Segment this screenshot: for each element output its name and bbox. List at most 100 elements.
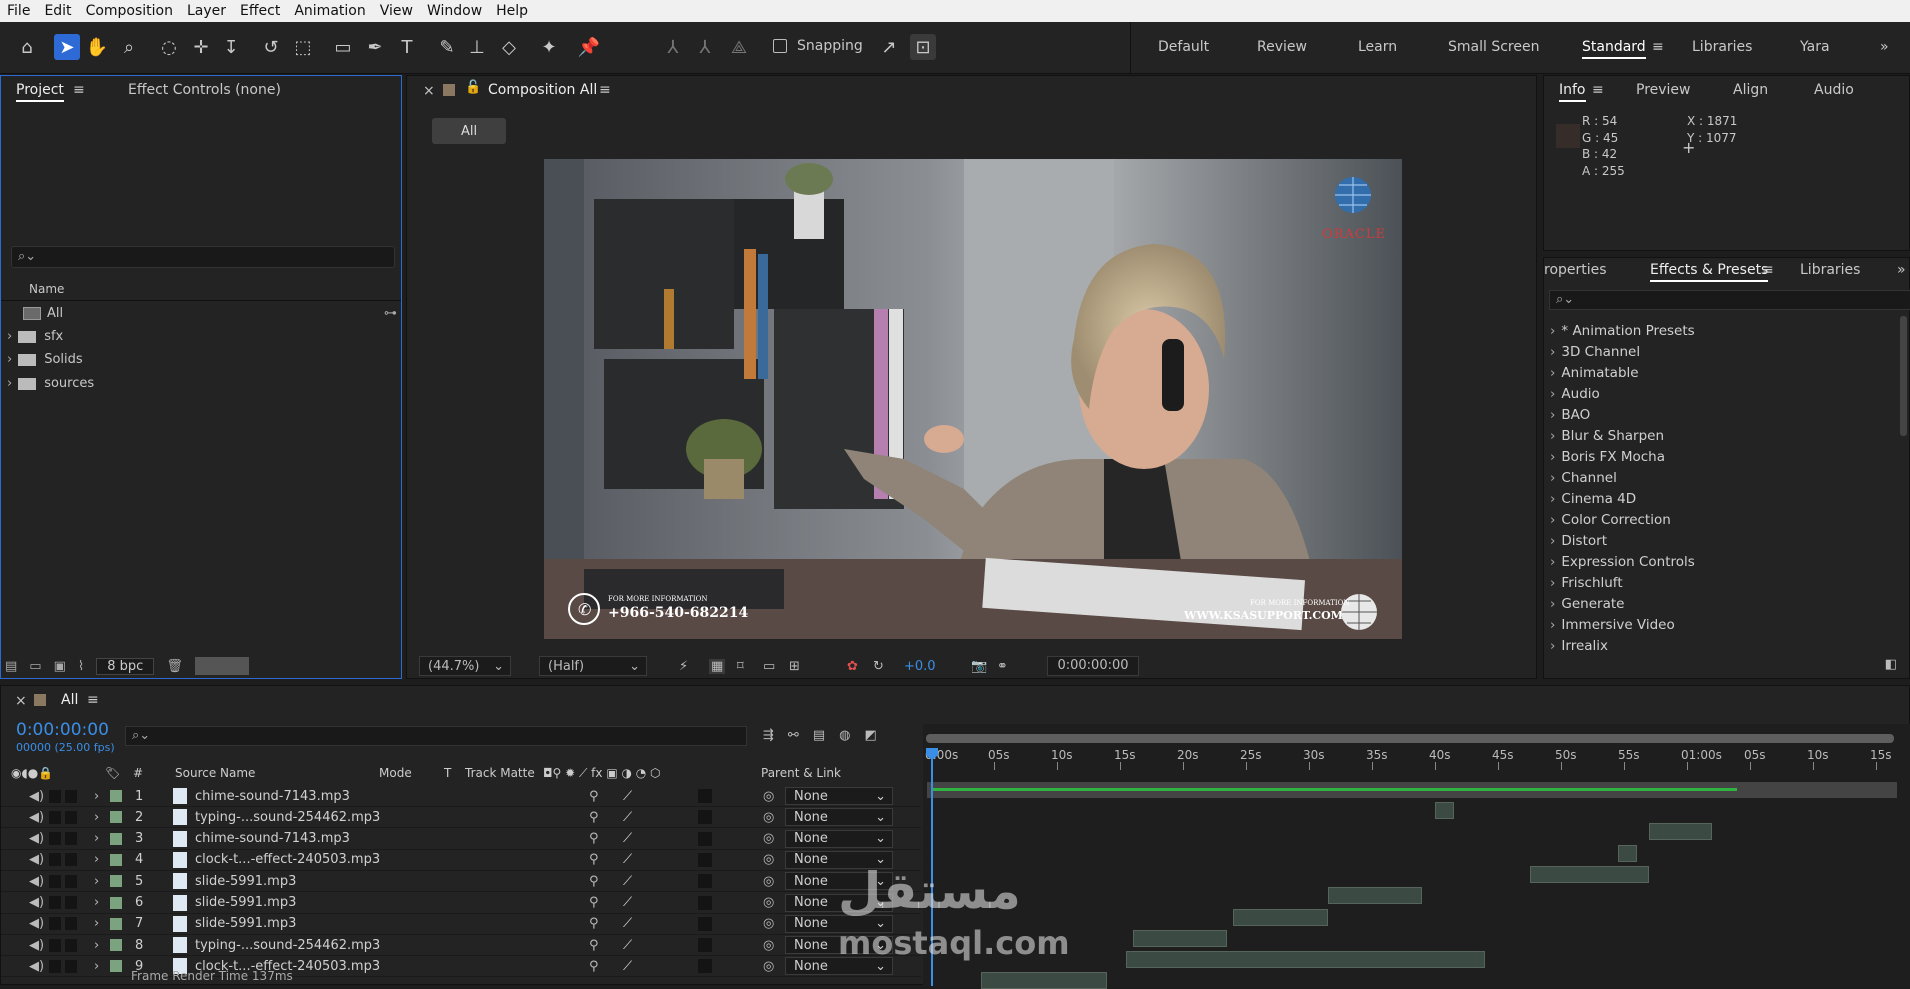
quality-switch-icon[interactable]: ⟋ xyxy=(623,852,632,867)
quality-switch-icon[interactable]: ⟋ xyxy=(623,938,632,953)
column-name[interactable]: Name xyxy=(29,282,64,296)
parent-select[interactable]: None ⌄ xyxy=(785,787,893,805)
solo-switch[interactable] xyxy=(49,959,61,973)
quality-switch-icon[interactable]: ⟋ xyxy=(623,810,632,825)
effects-search-input[interactable]: ⌕⌄ xyxy=(1549,290,1910,310)
panel-menu-icon[interactable]: ≡ xyxy=(1592,82,1604,98)
menu-file[interactable]: File xyxy=(0,3,37,19)
column-t[interactable]: T xyxy=(444,766,451,780)
grid-guides-icon[interactable]: ⊞ xyxy=(789,659,800,674)
adjustment-switch[interactable] xyxy=(698,810,712,825)
project-item-all[interactable]: All ⊶ xyxy=(1,303,401,324)
solo-switch[interactable] xyxy=(49,938,61,952)
layer-duration-bar[interactable] xyxy=(1649,823,1713,841)
tab-effects-presets[interactable]: Effects & Presets xyxy=(1650,262,1769,282)
snapshot-icon[interactable]: 📷 xyxy=(971,659,987,674)
panel-menu-icon[interactable]: ≡ xyxy=(1762,262,1774,278)
audio-speaker-icon[interactable]: ◀) xyxy=(29,959,44,974)
pickwhip-icon[interactable]: ◎ xyxy=(763,895,774,910)
quality-switch-icon[interactable]: ⟋ xyxy=(623,916,632,931)
column-parent-link[interactable]: Parent & Link xyxy=(761,766,841,780)
lock-icon[interactable]: 🔓 xyxy=(465,80,481,95)
shy-switch-icon[interactable]: ⚲ xyxy=(589,831,599,846)
layer-duration-bar[interactable] xyxy=(1435,802,1454,819)
solo-switch[interactable] xyxy=(49,789,61,803)
shy-switch-icon[interactable]: ⚲ xyxy=(589,959,599,974)
pickwhip-icon[interactable]: ◎ xyxy=(763,852,774,867)
column-mode[interactable]: Mode xyxy=(379,766,412,780)
new-composition-icon[interactable]: ▣ xyxy=(54,659,66,674)
label-color-box[interactable] xyxy=(110,875,122,888)
project-search-input[interactable]: ⌕⌄ xyxy=(11,246,395,268)
expand-chevron-icon[interactable]: › xyxy=(94,789,99,804)
effects-category[interactable]: › Boris FX Mocha xyxy=(1550,449,1665,465)
label-color-box[interactable] xyxy=(110,832,122,845)
audio-speaker-icon[interactable]: ◀) xyxy=(29,874,44,889)
lock-switch[interactable] xyxy=(65,874,77,888)
lock-switch[interactable] xyxy=(65,810,77,824)
layer-row[interactable]: ◀) › 8 typing-...sound-254462.mp3 ⚲ ⟋ ◎ None ⌄ xyxy=(1,935,921,957)
quality-switch-icon[interactable]: ⟋ xyxy=(623,959,632,974)
expand-chevron-icon[interactable]: › xyxy=(94,895,99,910)
panel-overflow-icon[interactable]: » xyxy=(1897,262,1906,278)
close-icon[interactable]: × xyxy=(423,83,435,99)
panel-menu-icon[interactable]: ≡ xyxy=(599,82,611,98)
rotate-tool-icon[interactable]: ↺ xyxy=(258,34,284,60)
layer-duration-bar[interactable] xyxy=(1529,865,1650,883)
draft-3d-icon[interactable]: ⚯ xyxy=(788,728,799,743)
pickwhip-icon[interactable]: ◎ xyxy=(763,789,774,804)
pickwhip-icon[interactable]: ◎ xyxy=(763,938,774,953)
workspace-small-screen[interactable]: Small Screen xyxy=(1448,39,1539,55)
audio-speaker-icon[interactable]: ◀) xyxy=(29,810,44,825)
flow-icon[interactable]: ⌇ xyxy=(78,659,84,674)
expand-chevron-icon[interactable]: › xyxy=(94,810,99,825)
interpret-footage-icon[interactable]: ▤ xyxy=(5,659,17,674)
layer-row[interactable]: ◀) › 3 chime-sound-7143.mp3 ⚲ ⟋ ◎ None ⌄ xyxy=(1,829,921,850)
flowchart-icon[interactable]: ⊶ xyxy=(384,306,397,321)
label-color-box[interactable] xyxy=(110,853,122,866)
effects-category[interactable]: › Audio xyxy=(1550,386,1600,402)
clone-stamp-icon[interactable]: ⊥ xyxy=(464,34,490,60)
shy-switch-icon[interactable]: ⚲ xyxy=(589,895,599,910)
menu-window[interactable]: Window xyxy=(420,3,489,19)
effects-category[interactable]: › Blur & Sharpen xyxy=(1550,428,1664,444)
graph-editor-icon[interactable]: ◩ xyxy=(864,728,876,743)
panel-menu-icon[interactable]: ≡ xyxy=(87,692,99,708)
lock-switch[interactable] xyxy=(65,938,77,952)
timeline-tab-title[interactable]: All xyxy=(61,692,78,708)
pan-camera-icon[interactable]: ✛ xyxy=(188,34,214,60)
audio-speaker-icon[interactable]: ◀) xyxy=(29,789,44,804)
time-ruler[interactable]: 0:00s 05s 10s 15s 20s 25s 30s 35s 40s 45s 50s 55s 01… xyxy=(923,746,1910,770)
effects-category[interactable]: › Channel xyxy=(1550,470,1617,486)
resolution-select[interactable]: (Half) ⌄ xyxy=(539,656,647,676)
tab-project[interactable]: Project xyxy=(16,82,64,102)
layer-duration-bar[interactable] xyxy=(981,972,1108,989)
solo-switch[interactable] xyxy=(49,896,61,909)
workspace-learn[interactable]: Learn xyxy=(1358,39,1397,55)
bit-depth-button[interactable]: 8 bpc xyxy=(96,657,155,675)
workspace-default[interactable]: Default xyxy=(1158,39,1209,55)
effects-category[interactable]: › Irrealix xyxy=(1550,638,1608,654)
snap-expand-icon[interactable]: ↗ xyxy=(876,34,902,60)
layer-row[interactable]: ◀) › 2 typing-...sound-254462.mp3 ⚲ ⟋ ◎ None ⌄ xyxy=(1,807,921,829)
layer-row[interactable]: ◀) › 1 chime-sound-7143.mp3 ⚲ ⟋ ◎ None ⌄ xyxy=(1,786,921,807)
pen-tool-icon[interactable]: ✒ xyxy=(362,34,388,60)
adjustment-switch[interactable] xyxy=(698,916,712,931)
reset-exposure-icon[interactable]: ↻ xyxy=(873,659,884,674)
shy-switch-icon[interactable]: ⚲ xyxy=(589,789,599,804)
trash-icon[interactable]: 🗑 xyxy=(166,659,183,674)
menu-effect[interactable]: Effect xyxy=(233,3,287,19)
layer-duration-bar[interactable] xyxy=(1617,844,1637,862)
effects-category[interactable]: › 3D Channel xyxy=(1550,344,1640,360)
puppet-pin-icon[interactable]: 📌 xyxy=(576,34,602,60)
expand-chevron-icon[interactable]: › xyxy=(94,852,99,867)
workspace-menu-icon[interactable]: ≡ xyxy=(1652,39,1664,55)
comp-tab-title[interactable]: Composition All xyxy=(488,82,597,98)
home-icon[interactable]: ⌂ xyxy=(14,34,40,60)
layer-name[interactable]: clock-t...-effect-240503.mp3 xyxy=(195,852,380,867)
adjustment-switch[interactable] xyxy=(698,789,712,803)
composition-viewer[interactable]: ✆ ORACLE FOR MORE INFORMATION +966-540-6… xyxy=(544,159,1402,639)
timeline-timecode[interactable]: 0:00:00:00 xyxy=(16,720,109,740)
audio-speaker-icon[interactable]: ◀) xyxy=(29,895,44,910)
workspace-standard[interactable]: Standard xyxy=(1582,39,1646,59)
